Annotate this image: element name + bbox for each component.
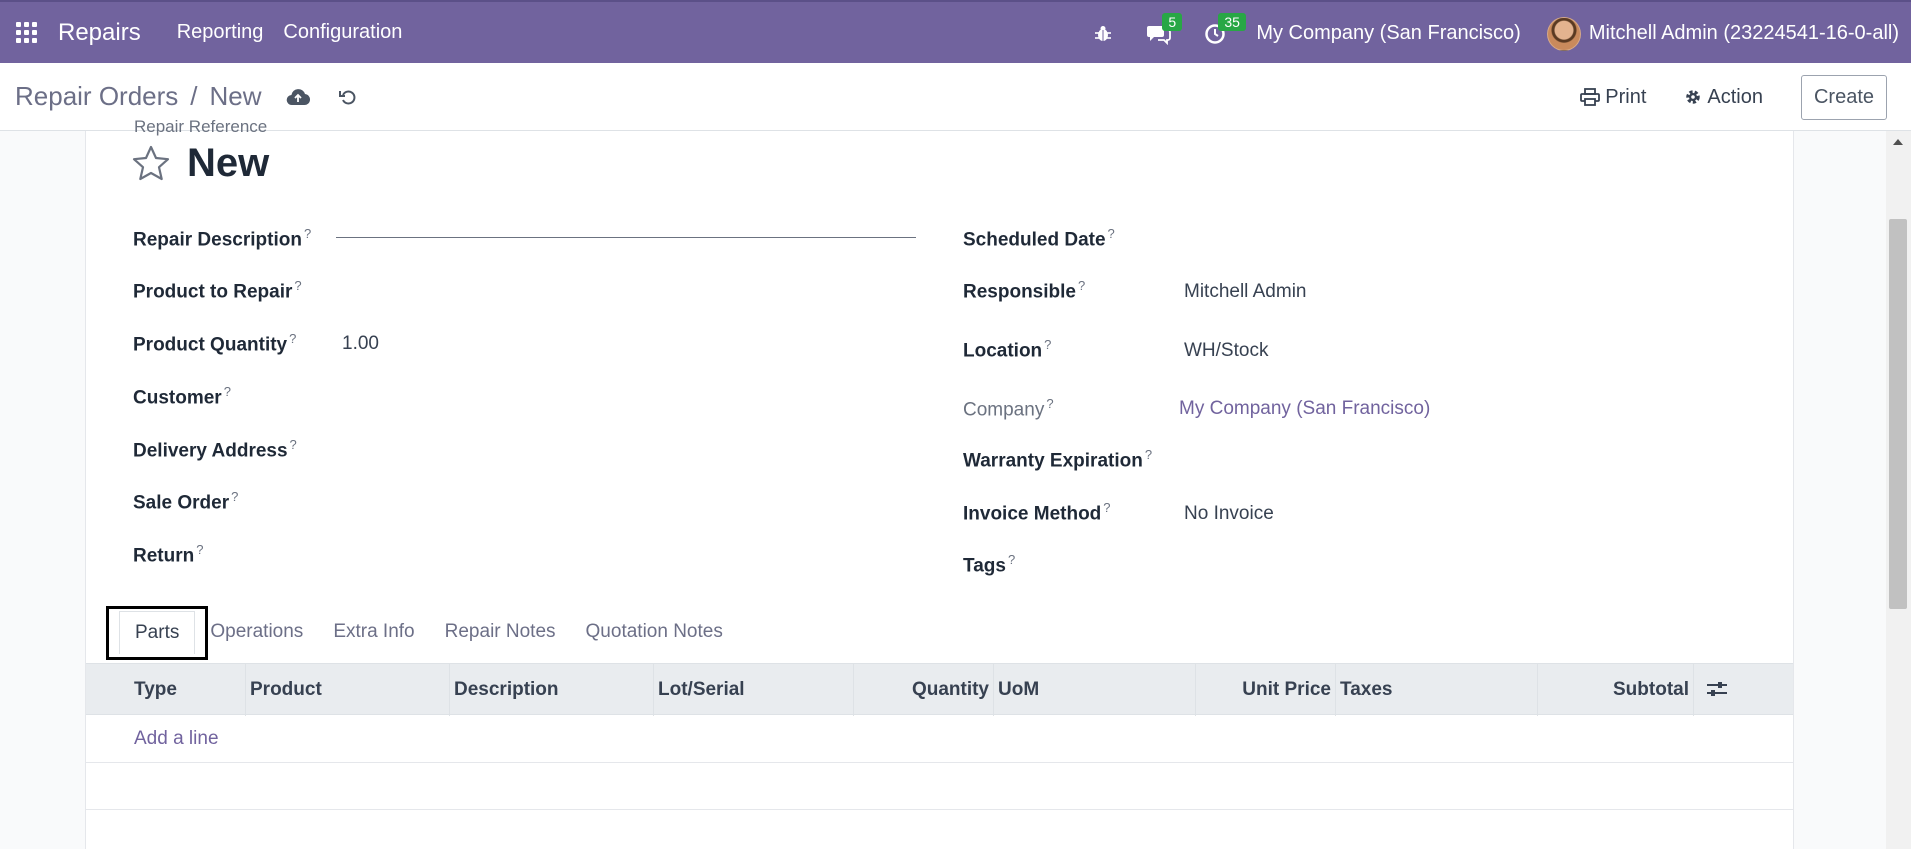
discard-undo-icon[interactable] xyxy=(334,83,362,111)
form-sheet: Repair Reference New Repair Description?… xyxy=(85,117,1794,849)
column-taxes[interactable]: Taxes xyxy=(1336,664,1538,716)
tab-extra-info[interactable]: Extra Info xyxy=(318,611,429,654)
app-brand[interactable]: Repairs xyxy=(58,19,141,47)
create-button[interactable]: Create xyxy=(1800,74,1887,120)
record-title: New xyxy=(187,141,270,185)
top-navbar: Repairs Reporting Configuration 5 35 My … xyxy=(0,0,1911,63)
product-to-repair-label: Product to Repair? xyxy=(133,278,302,303)
scroll-up-arrow-icon[interactable] xyxy=(1893,139,1903,145)
responsible-label: Responsible? xyxy=(963,278,1086,303)
vertical-scrollbar[interactable] xyxy=(1886,131,1911,849)
activities-count-badge: 35 xyxy=(1218,12,1246,31)
action-label: Action xyxy=(1707,85,1763,108)
tab-quotation-notes[interactable]: Quotation Notes xyxy=(571,611,738,654)
delivery-address-label: Delivery Address? xyxy=(133,437,297,462)
scheduled-date-label: Scheduled Date? xyxy=(963,226,1115,251)
user-menu[interactable]: Mitchell Admin (23224541-16-0-all) xyxy=(1589,22,1899,45)
invoice-method-label: Invoice Method? xyxy=(963,500,1111,525)
company-label: Company? xyxy=(963,396,1054,421)
column-description[interactable]: Description xyxy=(450,664,654,716)
breadcrumb: Repair Orders / New xyxy=(15,81,262,112)
save-cloud-icon[interactable] xyxy=(284,83,312,111)
invoice-method-field[interactable]: No Invoice xyxy=(1184,503,1274,525)
column-type[interactable]: Type xyxy=(86,664,246,716)
print-button[interactable]: Print xyxy=(1580,86,1646,109)
column-uom[interactable]: UoM xyxy=(994,664,1196,716)
sale-order-field[interactable] xyxy=(336,489,916,515)
company-switcher[interactable]: My Company (San Francisco) xyxy=(1256,22,1521,45)
menu-configuration[interactable]: Configuration xyxy=(283,21,402,44)
add-line-link[interactable]: Add a line xyxy=(134,728,219,750)
location-label: Location? xyxy=(963,337,1052,362)
table-row-divider xyxy=(86,809,1793,810)
tab-parts[interactable]: Parts xyxy=(105,606,209,660)
debug-bug-icon[interactable] xyxy=(1088,19,1118,49)
apps-menu-icon[interactable] xyxy=(16,21,38,44)
customer-label: Customer? xyxy=(133,384,231,409)
scheduled-date-field[interactable] xyxy=(1184,226,1744,252)
repair-description-input[interactable] xyxy=(336,204,916,238)
breadcrumb-current: New xyxy=(209,81,262,111)
star-favorite-icon[interactable] xyxy=(132,145,170,186)
action-button[interactable]: Action xyxy=(1684,86,1763,109)
notebook-tabs: Parts Operations Extra Info Repair Notes… xyxy=(86,606,738,660)
activities-clock-icon[interactable]: 35 xyxy=(1200,12,1246,49)
return-field[interactable] xyxy=(336,542,916,568)
delivery-address-field[interactable] xyxy=(336,437,916,463)
company-field-link[interactable]: My Company (San Francisco) xyxy=(1179,398,1430,420)
warranty-expiration-label: Warranty Expiration? xyxy=(963,447,1153,472)
column-lot-serial[interactable]: Lot/Serial xyxy=(654,664,854,716)
warranty-expiration-field[interactable] xyxy=(1246,447,1746,473)
column-subtotal[interactable]: Subtotal xyxy=(1538,664,1694,716)
print-icon xyxy=(1580,88,1601,106)
control-panel-actions: Print Action Create xyxy=(1580,63,1887,131)
print-label: Print xyxy=(1605,85,1647,108)
menu-reporting[interactable]: Reporting xyxy=(177,21,264,44)
sale-order-label: Sale Order? xyxy=(133,489,239,514)
column-quantity[interactable]: Quantity xyxy=(854,664,994,716)
user-avatar[interactable] xyxy=(1546,16,1581,51)
optional-columns-toggle-icon[interactable] xyxy=(1706,679,1728,704)
column-product[interactable]: Product xyxy=(246,664,450,716)
tags-field[interactable] xyxy=(1184,552,1744,578)
tab-repair-notes[interactable]: Repair Notes xyxy=(430,611,571,654)
navbar-systray: 5 35 My Company (San Francisco) Mitchell… xyxy=(1088,2,1911,65)
messages-icon[interactable]: 5 xyxy=(1144,12,1183,49)
return-label: Return? xyxy=(133,542,204,567)
product-to-repair-field[interactable] xyxy=(336,278,916,304)
product-quantity-label: Product Quantity? xyxy=(133,331,297,356)
gear-icon xyxy=(1686,90,1701,104)
repair-reference-label: Repair Reference xyxy=(134,117,268,136)
tab-operations[interactable]: Operations xyxy=(195,611,318,654)
table-row-divider xyxy=(86,762,1793,763)
repair-description-label: Repair Description? xyxy=(133,226,312,251)
column-unit-price[interactable]: Unit Price xyxy=(1196,664,1336,716)
breadcrumb-repair-orders[interactable]: Repair Orders xyxy=(15,81,178,112)
scroll-thumb[interactable] xyxy=(1889,219,1907,609)
parts-table-header: Type Product Description Lot/Serial Quan… xyxy=(86,663,1793,716)
control-panel: Repair Orders / New Print Action Create xyxy=(0,63,1911,131)
messages-count-badge: 5 xyxy=(1162,12,1183,31)
product-quantity-field[interactable]: 1.00 xyxy=(342,333,379,355)
tags-label: Tags? xyxy=(963,552,1016,577)
breadcrumb-separator: / xyxy=(190,81,198,111)
responsible-field[interactable]: Mitchell Admin xyxy=(1184,281,1307,303)
location-field[interactable]: WH/Stock xyxy=(1184,340,1268,362)
customer-field[interactable] xyxy=(336,384,916,410)
